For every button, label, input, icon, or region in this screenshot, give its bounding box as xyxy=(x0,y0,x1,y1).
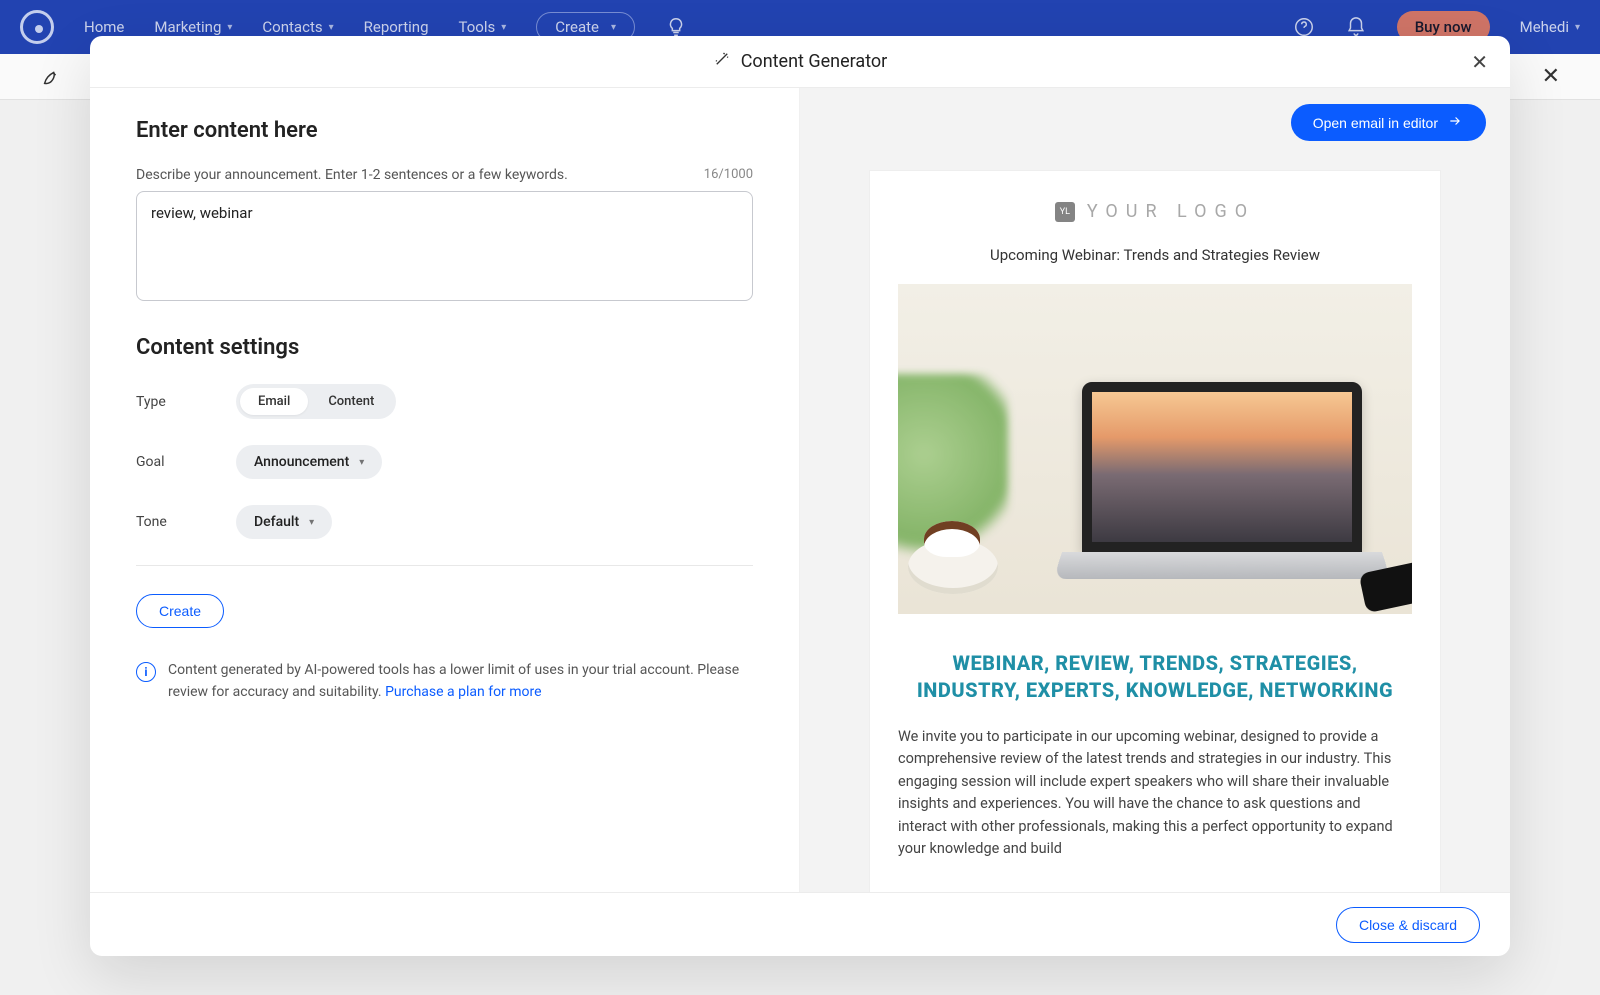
modal-body: Enter content here Describe your announc… xyxy=(90,88,1510,892)
info-text-block: Content generated by AI-powered tools ha… xyxy=(168,660,753,703)
type-label: Type xyxy=(136,394,236,410)
preview-body-text: We invite you to participate in our upco… xyxy=(898,726,1412,861)
char-counter: 16/1000 xyxy=(704,167,753,183)
modal-header: Content Generator ✕ xyxy=(90,36,1510,88)
laptop-graphic xyxy=(1062,382,1382,592)
type-segment: Email Content xyxy=(236,384,396,419)
goal-label: Goal xyxy=(136,454,236,470)
content-generator-modal: Content Generator ✕ Enter content here D… xyxy=(90,36,1510,956)
preview-headline: WEBINAR, REVIEW, TRENDS, STRATEGIES, IND… xyxy=(898,650,1412,704)
cup-graphic xyxy=(908,539,998,594)
preview-subject: Upcoming Webinar: Trends and Strategies … xyxy=(898,246,1412,264)
left-pane: Enter content here Describe your announc… xyxy=(90,88,800,892)
modal-footer: Close & discard xyxy=(90,892,1510,956)
content-settings-heading: Content settings xyxy=(136,335,753,360)
modal-overlay: Content Generator ✕ Enter content here D… xyxy=(0,0,1600,995)
describe-label: Describe your announcement. Enter 1-2 se… xyxy=(136,167,568,183)
open-in-editor-button[interactable]: Open email in editor xyxy=(1291,104,1486,141)
goal-value: Announcement xyxy=(254,454,349,470)
modal-close-icon[interactable]: ✕ xyxy=(1471,50,1488,74)
purchase-plan-link[interactable]: Purchase a plan for more xyxy=(385,684,541,700)
info-row: i Content generated by AI-powered tools … xyxy=(136,660,753,703)
right-pane: Open email in editor YL YOUR LOGO Upcomi… xyxy=(800,88,1510,892)
description-input[interactable] xyxy=(136,191,753,301)
chevron-down-icon: ▾ xyxy=(359,457,364,468)
divider xyxy=(136,565,753,566)
wand-icon xyxy=(713,50,731,73)
tone-label: Tone xyxy=(136,514,236,530)
chevron-down-icon: ▾ xyxy=(309,517,314,528)
logo-badge: YL xyxy=(1055,202,1075,222)
arrow-right-icon xyxy=(1446,114,1464,131)
open-editor-label: Open email in editor xyxy=(1313,115,1438,131)
close-discard-button[interactable]: Close & discard xyxy=(1336,907,1480,943)
create-button[interactable]: Create xyxy=(136,594,224,628)
preview-logo: YL YOUR LOGO xyxy=(898,201,1412,222)
preview-hero-image xyxy=(898,284,1412,614)
info-icon: i xyxy=(136,662,156,682)
type-email-option[interactable]: Email xyxy=(240,388,308,415)
type-content-option[interactable]: Content xyxy=(310,388,392,415)
tone-select[interactable]: Default ▾ xyxy=(236,505,332,539)
logo-text: YOUR LOGO xyxy=(1087,201,1255,222)
modal-title: Content Generator xyxy=(741,51,888,72)
goal-select[interactable]: Announcement ▾ xyxy=(236,445,382,479)
email-preview: YL YOUR LOGO Upcoming Webinar: Trends an… xyxy=(870,171,1440,892)
enter-content-heading: Enter content here xyxy=(136,118,753,143)
tone-value: Default xyxy=(254,514,299,530)
